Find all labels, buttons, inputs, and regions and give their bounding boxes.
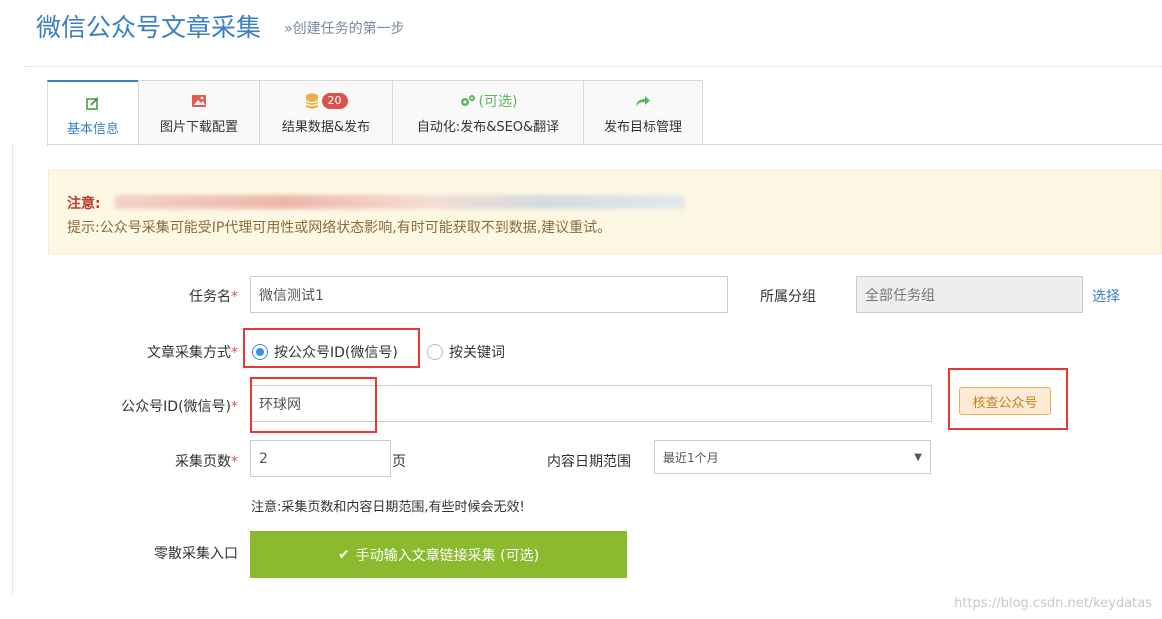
- tab-publish-targets[interactable]: 发布目标管理: [583, 80, 703, 144]
- radio-unchecked-icon[interactable]: [427, 344, 443, 360]
- tab-bar-baseline: [47, 144, 1162, 145]
- pages-input[interactable]: 2: [250, 440, 391, 477]
- page: 微信公众号文章采集 »创建任务的第一步 基本信息 图片下载配置 20 结果数据&…: [0, 0, 1162, 619]
- redacted-text: [115, 195, 685, 209]
- task-name-input[interactable]: 微信测试1: [250, 276, 728, 313]
- tab-label: 基本信息: [66, 121, 119, 137]
- page-subtitle: »创建任务的第一步: [284, 21, 405, 37]
- tab-basic-info[interactable]: 基本信息: [47, 80, 139, 146]
- tab-label: 发布目标管理: [603, 120, 682, 135]
- caret-down-icon: ▼: [914, 451, 922, 463]
- group-label: 所属分组: [760, 289, 816, 305]
- tab-badge: 20: [321, 93, 348, 109]
- account-id-label: 公众号ID(微信号)*: [121, 399, 238, 415]
- required-mark: *: [231, 345, 238, 361]
- required-mark: *: [231, 399, 238, 415]
- tab-label: 结果数据&发布: [281, 120, 371, 135]
- check-icon: ✔: [337, 546, 350, 563]
- method-option-keyword[interactable]: 按关键词: [427, 342, 505, 362]
- database-icon: 20: [305, 90, 348, 112]
- required-mark: *: [231, 454, 238, 470]
- group-input[interactable]: 全部任务组: [856, 276, 1083, 313]
- image-icon: [191, 90, 207, 112]
- manual-input-button[interactable]: ✔ 手动输入文章链接采集 (可选): [250, 531, 627, 578]
- date-range-value: 最近1个月: [663, 450, 719, 465]
- pages-label: 采集页数*: [175, 454, 238, 470]
- required-mark: *: [231, 289, 238, 305]
- header-divider: [24, 66, 1162, 67]
- pages-unit: 页: [392, 454, 406, 470]
- select-group-link[interactable]: 选择: [1092, 286, 1120, 306]
- highlight-box: [948, 368, 1068, 430]
- method-label: 文章采集方式*: [147, 345, 238, 361]
- manual-label: 零散采集入口: [154, 546, 238, 562]
- tab-label: 图片下载配置: [159, 120, 238, 135]
- tab-optional-text: (可选): [478, 94, 518, 110]
- highlight-box: [243, 328, 420, 368]
- notice-box: 注意: 提示:公众号采集可能受IP代理可用性或网络状态影响,有时可能获取不到数据…: [48, 170, 1162, 254]
- content-left-border: [12, 144, 13, 594]
- page-title: 微信公众号文章采集: [36, 13, 262, 42]
- date-range-label: 内容日期范围: [547, 454, 631, 470]
- share-icon: [635, 90, 651, 112]
- tab-label: 自动化:发布&SEO&翻译: [416, 120, 560, 135]
- notice-tip: 提示:公众号采集可能受IP代理可用性或网络状态影响,有时可能获取不到数据,建议重…: [67, 220, 612, 236]
- tab-bar: 基本信息 图片下载配置 20 结果数据&发布 (可选) 自动化:发布&SEO&翻…: [47, 80, 703, 146]
- form-note: 注意:采集页数和内容日期范围,有些时候会无效!: [251, 500, 525, 515]
- highlight-box: [250, 377, 377, 433]
- edit-icon: [86, 92, 100, 114]
- gears-icon: (可选): [459, 90, 518, 112]
- notice-title: 注意:: [67, 196, 101, 212]
- date-range-select[interactable]: 最近1个月 ▼: [654, 440, 931, 474]
- watermark: https://blog.csdn.net/keydatas: [954, 596, 1152, 611]
- tab-results-publish[interactable]: 20 结果数据&发布: [259, 80, 393, 144]
- tab-image-download[interactable]: 图片下载配置: [138, 80, 260, 144]
- tab-automation[interactable]: (可选) 自动化:发布&SEO&翻译: [392, 80, 584, 144]
- task-name-label: 任务名*: [189, 289, 238, 305]
